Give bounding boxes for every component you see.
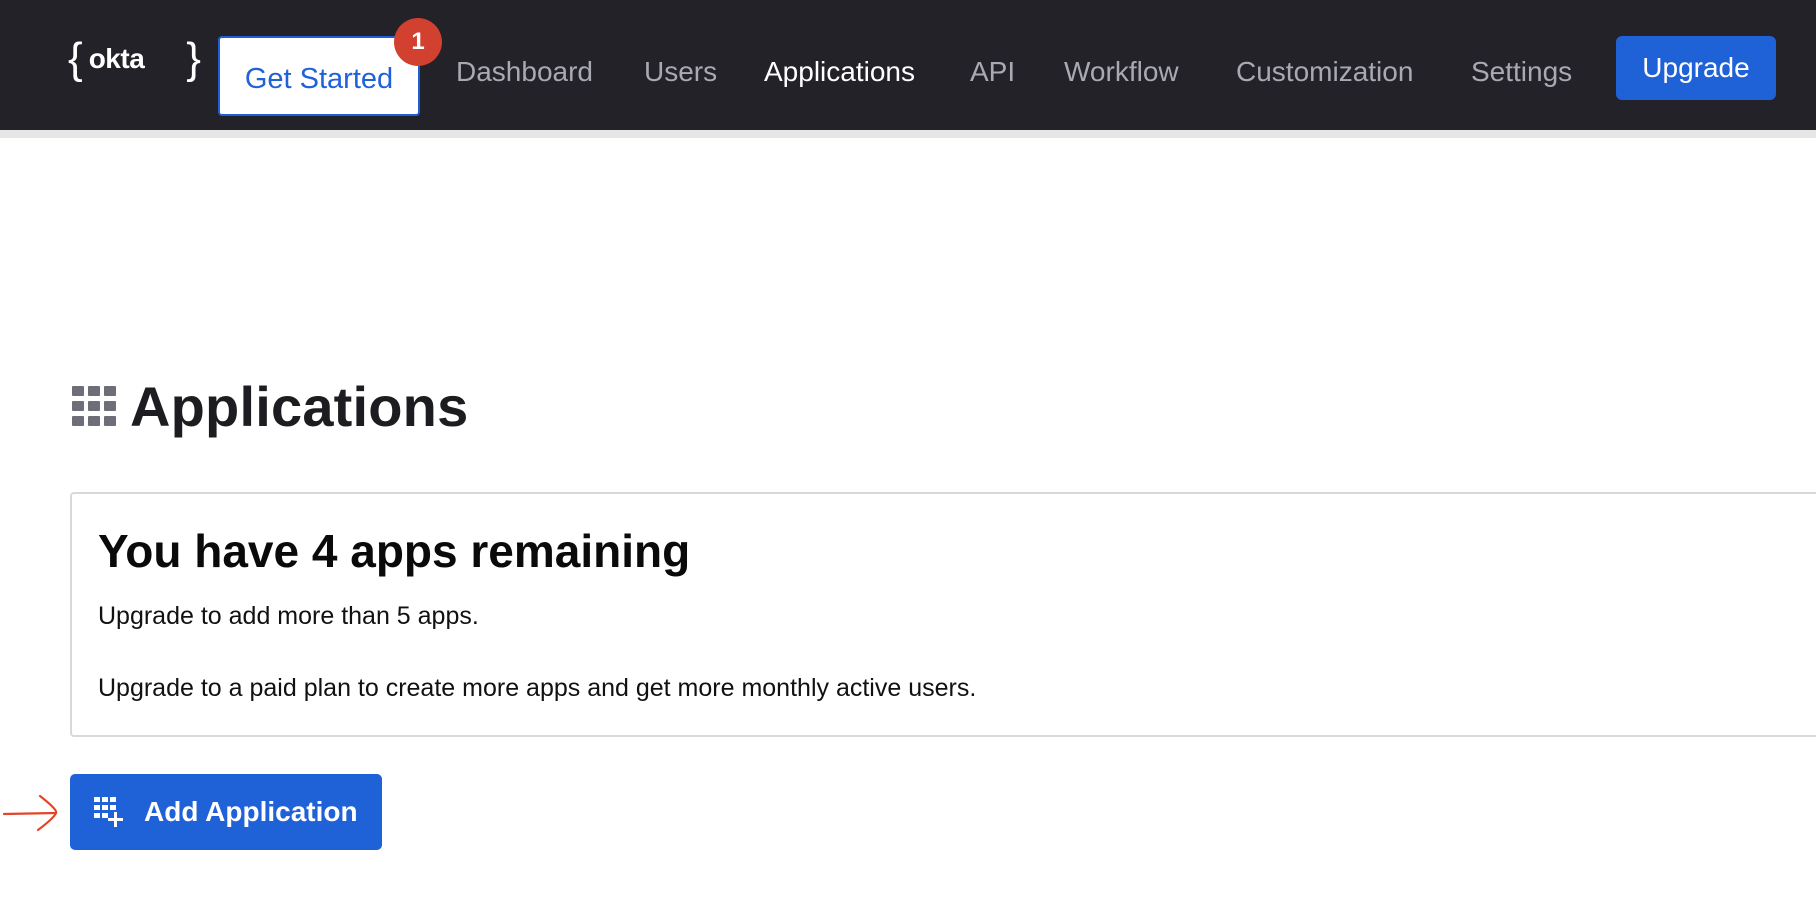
okta-logo[interactable]: { okta } [68,34,201,84]
get-started-button[interactable]: Get Started [218,36,420,116]
upgrade-button[interactable]: Upgrade [1616,36,1776,100]
nav-dashboard[interactable]: Dashboard [456,52,593,92]
nav-customization[interactable]: Customization [1236,52,1413,92]
grid-icon [72,386,116,426]
page-header: Applications [72,374,468,438]
logo-brace-open: { [68,34,83,83]
top-navigation-bar: { okta } Get Started 1 Dashboard Users A… [0,0,1816,130]
logo-wordmark: okta [88,43,145,74]
nav-settings[interactable]: Settings [1471,52,1572,92]
notice-title: You have 4 apps remaining [98,525,691,577]
get-started-label: Get Started [244,62,394,95]
notification-badge: 1 [394,18,442,66]
arrow-right-icon [2,794,58,832]
nav-applications[interactable]: Applications [764,52,915,92]
notice-line-2: Upgrade to a paid plan to create more ap… [98,674,977,702]
header-divider [0,130,1816,138]
add-application-button[interactable]: Add Application [70,774,382,850]
add-application-label: Add Application [144,796,358,827]
nav-api[interactable]: API [970,52,1015,92]
logo-brace-close: } [186,34,201,83]
page-title: Applications [130,374,469,438]
grid-plus-icon [94,797,123,827]
nav-users[interactable]: Users [644,52,717,92]
notice-line-1: Upgrade to add more than 5 apps. [98,602,479,630]
upgrade-label: Upgrade [1642,52,1750,83]
nav-workflow[interactable]: Workflow [1064,52,1179,92]
apps-remaining-notice: You have 4 apps remaining Upgrade to add… [70,492,1816,737]
